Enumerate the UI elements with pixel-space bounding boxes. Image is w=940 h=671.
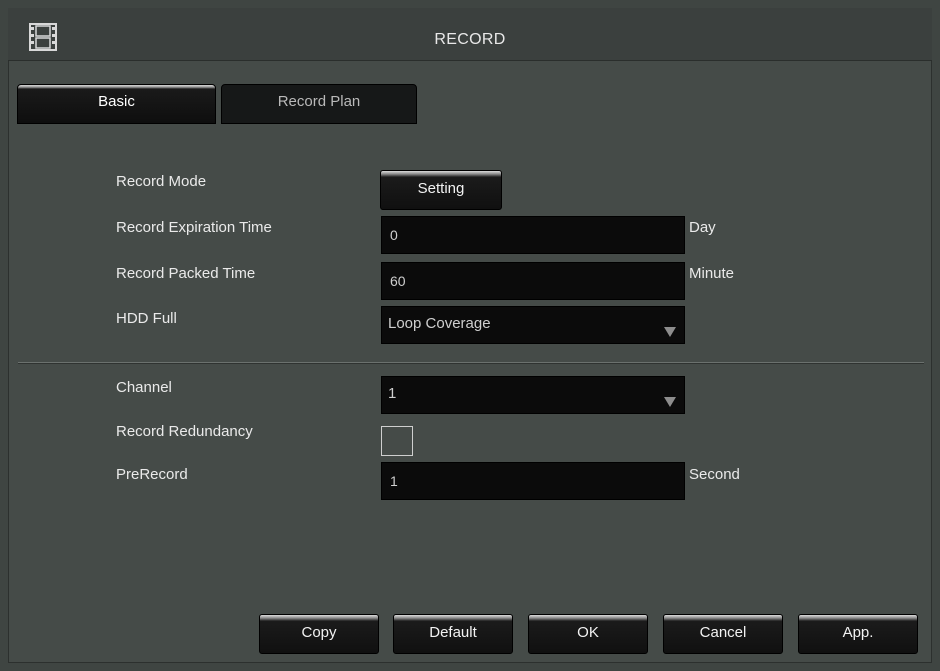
- ok-button[interactable]: OK: [528, 614, 648, 654]
- tab-basic[interactable]: Basic: [17, 84, 216, 124]
- dropdown-arrow-icon[interactable]: [664, 327, 676, 337]
- apply-button[interactable]: App.: [798, 614, 918, 654]
- prerecord-label: PreRecord: [116, 466, 188, 483]
- record-redundancy-label: Record Redundancy: [116, 423, 253, 440]
- record-expiration-label: Record Expiration Time: [116, 219, 272, 236]
- record-packed-input[interactable]: 60: [381, 262, 685, 300]
- title-bar: RECORD: [8, 8, 932, 61]
- tab-record-plan[interactable]: Record Plan: [221, 84, 417, 124]
- record-packed-label: Record Packed Time: [116, 265, 256, 282]
- record-expiration-input[interactable]: 0: [381, 216, 685, 254]
- channel-select[interactable]: 1: [381, 376, 685, 414]
- second-unit-label: Second: [689, 466, 740, 483]
- hdd-full-value: Loop Coverage: [388, 315, 491, 332]
- minute-unit-label: Minute: [689, 265, 735, 282]
- record-mode-label: Record Mode: [116, 173, 207, 190]
- channel-label: Channel: [116, 379, 172, 396]
- day-unit-label: Day: [689, 219, 716, 236]
- hdd-full-select[interactable]: Loop Coverage: [381, 306, 685, 344]
- window-title: RECORD: [434, 31, 506, 48]
- hdd-full-label: HDD Full: [116, 310, 177, 327]
- copy-button[interactable]: Copy: [259, 614, 379, 654]
- default-button[interactable]: Default: [393, 614, 513, 654]
- dropdown-arrow-icon[interactable]: [664, 397, 676, 407]
- channel-value: 1: [388, 385, 397, 402]
- record-redundancy-checkbox[interactable]: [381, 426, 413, 456]
- prerecord-input[interactable]: 1: [381, 462, 685, 500]
- setting-button[interactable]: Setting: [380, 170, 502, 210]
- cancel-button[interactable]: Cancel: [663, 614, 783, 654]
- section-divider: [18, 362, 924, 364]
